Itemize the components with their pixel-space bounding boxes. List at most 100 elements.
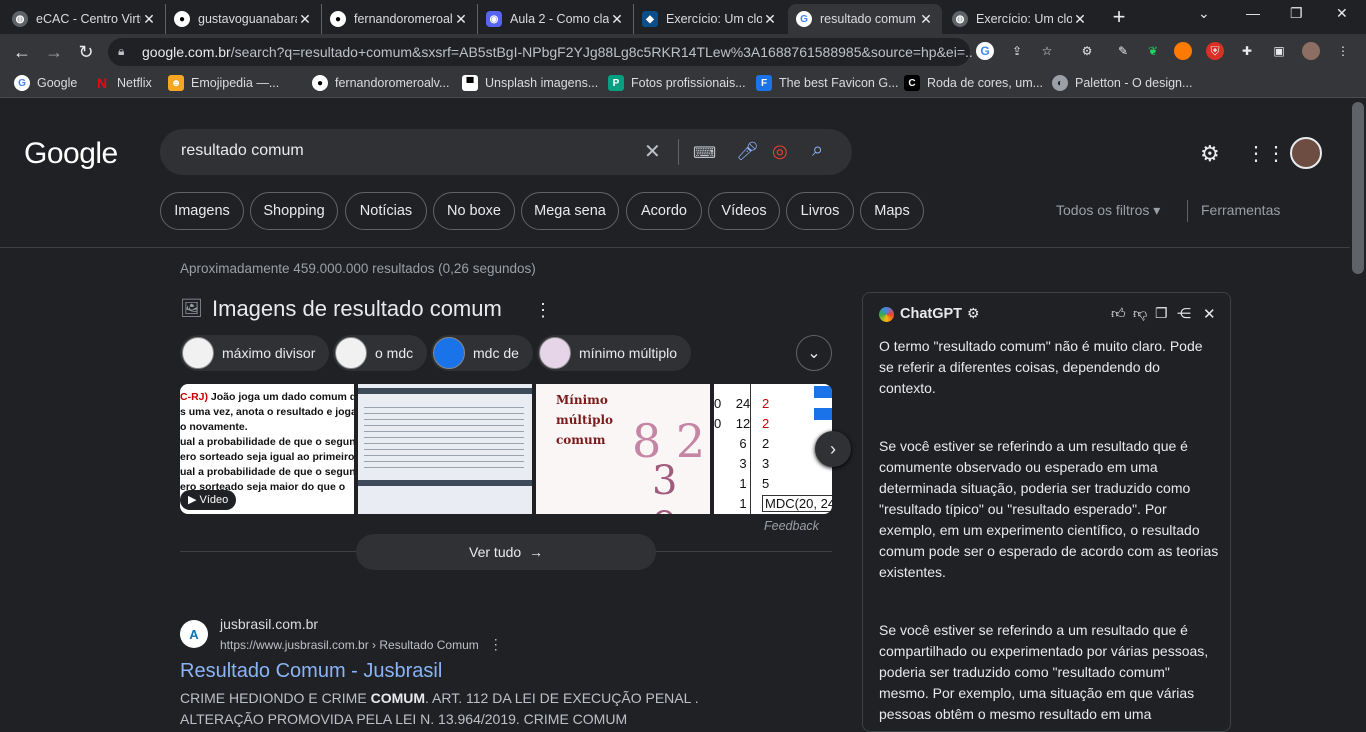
pen-extension-icon[interactable]: ✎ <box>1114 42 1132 60</box>
thumbs-down-icon[interactable]: 👎︎ <box>1133 305 1147 322</box>
bookmark-emojipedia[interactable]: ☻ Emojipedia —... <box>168 75 279 91</box>
divider <box>678 139 679 165</box>
close-icon[interactable]: ✕ <box>453 11 469 28</box>
close-icon[interactable]: ✕ <box>762 11 778 28</box>
bookmark-label: Paletton - O design... <box>1075 76 1193 90</box>
image-result-1[interactable]: C-RJ) João joga um dado comum de s uma v… <box>180 384 354 514</box>
google-lens-icon[interactable]: G <box>976 42 994 60</box>
related-chip-maximo-divisor[interactable]: máximo divisor <box>180 335 330 371</box>
thumb-line: s uma vez, anota o resultado e joga <box>180 406 354 418</box>
next-arrow-icon[interactable]: › <box>815 431 851 467</box>
shield-extension-icon[interactable]: ⛨ <box>1206 42 1224 60</box>
thumbs-up-icon[interactable]: 👍︎ <box>1111 305 1126 322</box>
maximize-icon[interactable]: ❐ <box>1290 5 1303 22</box>
close-icon[interactable]: ✕ <box>609 11 625 28</box>
filter-noticias[interactable]: Notícias <box>345 192 427 230</box>
bookmark-paletton[interactable]: ◐ Paletton - O design... <box>1052 75 1192 91</box>
new-tab-button[interactable]: + <box>1106 6 1132 30</box>
side-panel-icon[interactable]: ▣ <box>1270 42 1288 60</box>
puzzle-icon[interactable]: ✚ <box>1238 42 1256 60</box>
bookmark-favicon[interactable]: F The best Favicon G... <box>756 75 899 91</box>
expand-chevron-icon[interactable]: ⌄ <box>796 335 832 371</box>
result-snippet-line2: ALTERAÇÃO PROMOVIDA PELA LEI N. 13.964/2… <box>180 711 628 727</box>
close-icon[interactable]: ✕ <box>918 11 934 28</box>
tab-search-icon[interactable]: ⌄ <box>1198 5 1210 22</box>
search-icon[interactable]: ⌕ <box>812 139 823 162</box>
image-result-2[interactable] <box>358 384 532 514</box>
tab-strip: ◍ eCAC - Centro Virtu ✕ ● gustavoguanaba… <box>0 0 1366 34</box>
more-options-icon[interactable]: ⋮ <box>489 636 503 652</box>
close-icon[interactable]: ✕ <box>297 11 313 28</box>
all-filters-button[interactable]: Todos os filtros ▾ <box>1056 202 1160 219</box>
related-chip-mdc-de[interactable]: mdc de <box>431 335 533 371</box>
scrollbar-thumb[interactable] <box>1352 102 1364 274</box>
tools-button[interactable]: Ferramentas <box>1201 202 1280 218</box>
share-icon[interactable]: ⋲ <box>1177 305 1191 322</box>
keyboard-icon[interactable]: ⌨ <box>693 143 716 163</box>
tab-aula[interactable]: ◉ Aula 2 - Como cla ✕ <box>478 4 634 34</box>
related-chip-o-mdc[interactable]: o mdc <box>333 335 428 371</box>
filter-shopping[interactable]: Shopping <box>250 192 338 230</box>
caret-down-icon: ▾ <box>1153 202 1161 218</box>
profile-avatar[interactable] <box>1302 42 1320 60</box>
tab-resultado-comum[interactable]: G resultado comum ✕ <box>788 4 942 34</box>
tab-github-fernando[interactable]: ● fernandoromeroalv ✕ <box>322 4 478 34</box>
search-input[interactable]: resultado comum <box>181 142 304 160</box>
filter-livros[interactable]: Livros <box>786 192 854 230</box>
bookmark-google[interactable]: G Google <box>14 75 77 91</box>
bookmark-netflix[interactable]: N Netflix <box>94 75 152 91</box>
tab-exercicio-2[interactable]: ◍ Exercício: Um clo ✕ <box>944 4 1096 34</box>
kebab-menu-icon[interactable]: ⋮ <box>1334 42 1352 60</box>
clear-icon[interactable]: ✕ <box>644 139 661 164</box>
filter-imagens[interactable]: Imagens <box>160 192 244 230</box>
result-site-name[interactable]: jusbrasil.com.br <box>220 616 318 632</box>
tab-exercicio-1[interactable]: ◆ Exercício: Um clo ✕ <box>634 4 786 34</box>
gear-extension-icon[interactable]: ⚙ <box>1078 42 1096 60</box>
filter-maps[interactable]: Maps <box>860 192 924 230</box>
lens-icon[interactable]: ◎ <box>772 141 788 162</box>
share-icon[interactable]: ⇪ <box>1008 42 1026 60</box>
close-icon[interactable]: ✕ <box>1072 11 1088 28</box>
close-icon[interactable]: ✕ <box>1203 305 1216 323</box>
search-box[interactable]: resultado comum ✕ ⌨ 🎤︎ ◎ ⌕ <box>160 129 852 175</box>
see-all-button[interactable]: Ver tudo → <box>356 534 656 570</box>
thumb-bar <box>358 388 532 394</box>
bookmark-roda-cores[interactable]: C Roda de cores, um... <box>904 75 1043 91</box>
bookmark-github[interactable]: ● fernandoromeroalv... <box>312 75 449 91</box>
address-bar[interactable]: 🔒︎ google.com.br/search?q=resultado+comu… <box>108 38 972 66</box>
window-close-icon[interactable]: ✕ <box>1336 5 1348 22</box>
image-result-3[interactable]: Mínimo múltiplo comum 8 2 3 9 <box>536 384 710 514</box>
color-wheel-icon: C <box>904 75 920 91</box>
filter-mega-sena[interactable]: Mega sena <box>521 192 619 230</box>
google-logo[interactable]: Google <box>24 137 118 171</box>
reload-icon[interactable]: ↻ <box>76 42 96 63</box>
related-chip-minimo-multiplo[interactable]: mínimo múltiplo <box>537 335 692 371</box>
account-avatar[interactable] <box>1290 137 1322 169</box>
bookmark-unsplash[interactable]: ▀ Unsplash imagens... <box>462 75 598 91</box>
lock-icon[interactable]: 🔒︎ <box>118 44 124 59</box>
thumbnail <box>182 337 214 369</box>
feedback-link[interactable]: Feedback <box>764 519 819 533</box>
settings-gear-icon[interactable]: ⚙ <box>1200 141 1220 167</box>
result-url[interactable]: https://www.jusbrasil.com.br › Resultado… <box>220 636 503 653</box>
thumb-bar <box>358 480 532 486</box>
back-icon[interactable]: ← <box>12 42 32 63</box>
settings-icon[interactable]: ⚙ <box>967 305 980 322</box>
firefox-extension-icon[interactable] <box>1174 42 1192 60</box>
microphone-icon[interactable]: 🎤︎ <box>736 141 759 162</box>
bookmark-fotos[interactable]: P Fotos profissionais... <box>608 75 746 91</box>
forward-icon[interactable]: → <box>44 42 64 63</box>
minimize-icon[interactable]: — <box>1246 5 1260 21</box>
result-title-link[interactable]: Resultado Comum - Jusbrasil <box>180 660 442 683</box>
tab-github-gustavo[interactable]: ● gustavoguanabara ✕ <box>166 4 322 34</box>
google-icon: G <box>796 11 812 27</box>
leaf-extension-icon[interactable]: ❦ <box>1144 42 1162 60</box>
copy-icon[interactable]: ❐ <box>1155 305 1168 322</box>
filter-videos[interactable]: Vídeos <box>708 192 780 230</box>
more-options-icon[interactable]: ⋮ <box>534 300 552 321</box>
bookmark-star-icon[interactable]: ☆ <box>1038 42 1056 60</box>
filter-acordo[interactable]: Acordo <box>626 192 702 230</box>
tab-ecac[interactable]: ◍ eCAC - Centro Virtu ✕ <box>4 4 166 34</box>
close-icon[interactable]: ✕ <box>141 11 157 28</box>
filter-no-boxe[interactable]: No boxe <box>433 192 515 230</box>
